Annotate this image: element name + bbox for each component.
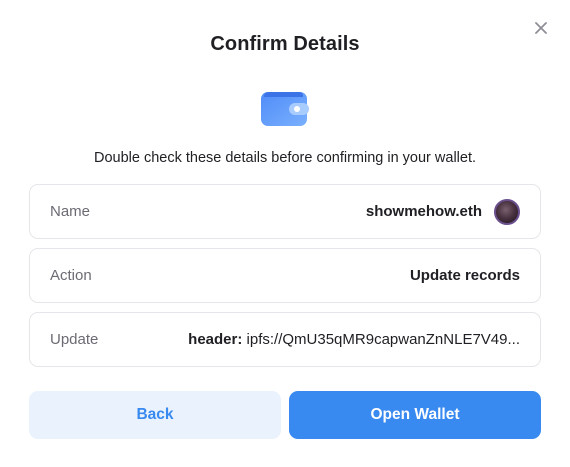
update-record-value: ipfs://QmU35qMR9capwanZnNLE7V49... [246, 331, 520, 348]
confirm-details-dialog: Confirm Details Double check these detai… [0, 0, 570, 467]
update-label: Update [50, 331, 99, 348]
update-value: header: ipfs://QmU35qMR9capwanZnNLE7V49.… [188, 331, 520, 348]
update-row: Update header: ipfs://QmU35qMR9capwanZnN… [29, 312, 541, 367]
name-value: showmehow.eth [365, 203, 482, 220]
avatar [494, 198, 520, 225]
dialog-subtitle: Double check these details before confir… [93, 150, 477, 166]
update-key: header: [188, 331, 243, 348]
name-label: Name [50, 203, 91, 220]
dialog-title: Confirm Details [210, 33, 360, 55]
wallet-icon [261, 92, 309, 126]
action-row: Action Update records [29, 248, 541, 303]
open-wallet-button[interactable]: Open Wallet [289, 391, 541, 439]
back-button[interactable]: Back [29, 391, 281, 439]
action-label: Action [50, 267, 92, 284]
action-value: Update records [409, 267, 520, 284]
name-row: Name showmehow.eth [29, 184, 541, 239]
